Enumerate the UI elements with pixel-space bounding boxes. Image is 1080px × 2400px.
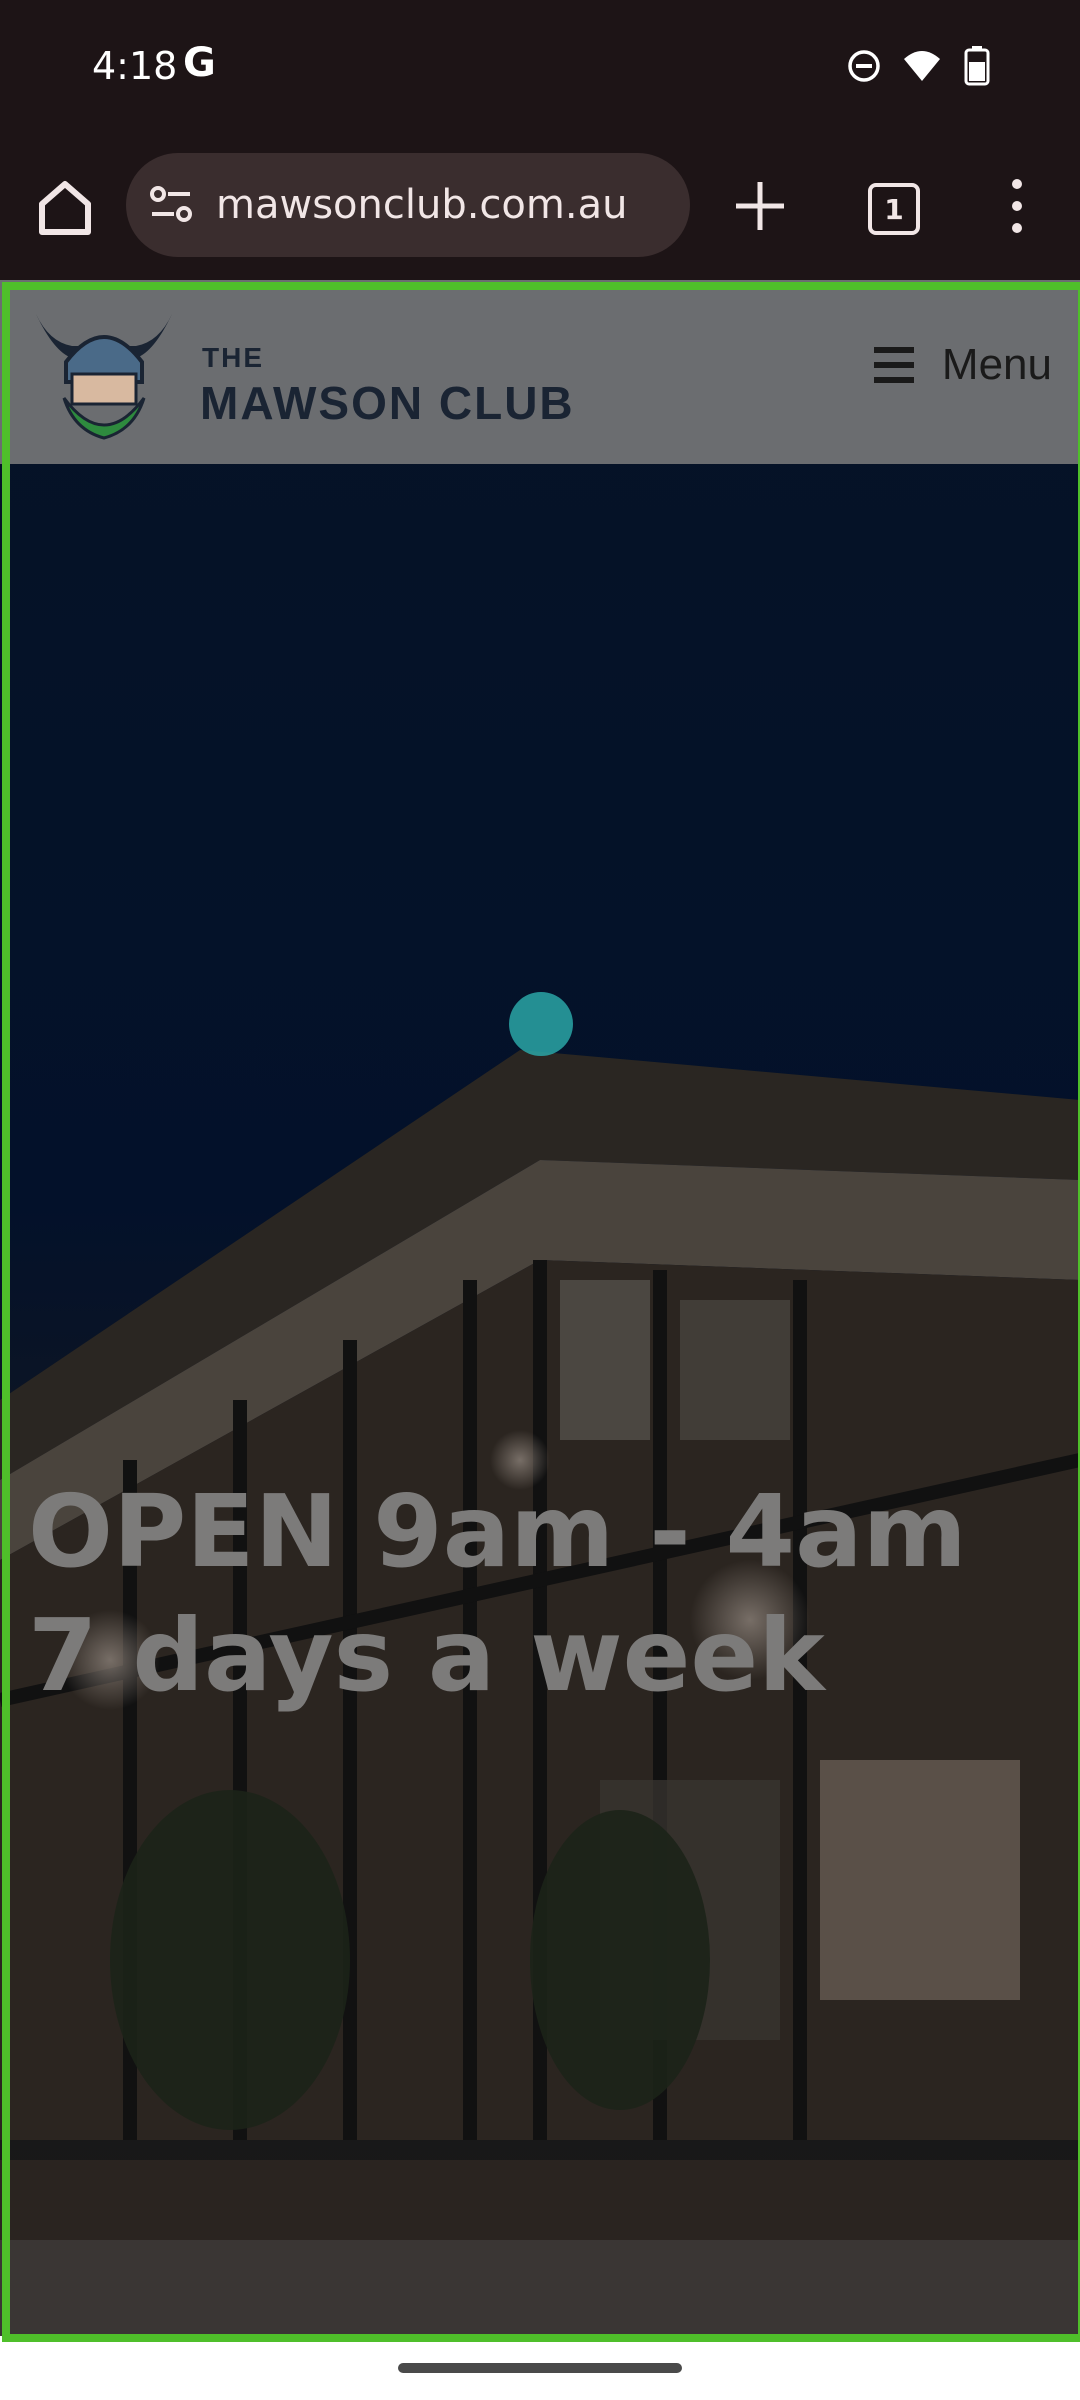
mawson-club-logo[interactable] bbox=[24, 302, 184, 440]
status-time: 4:18 bbox=[92, 44, 178, 88]
hero-title: OPEN 9am - 4am 7 days a week bbox=[28, 1473, 967, 1714]
new-tab-button[interactable] bbox=[730, 176, 790, 236]
google-icon: G bbox=[183, 40, 216, 86]
browser-menu-button[interactable] bbox=[1000, 174, 1034, 238]
hamburger-icon bbox=[873, 347, 914, 383]
plus-icon bbox=[736, 182, 784, 230]
home-icon bbox=[39, 181, 91, 235]
address-bar[interactable]: mawsonclub.com.au bbox=[126, 153, 690, 257]
tab-switcher-button[interactable]: 1 bbox=[868, 183, 920, 235]
web-page: THE MAWSON CLUB Menu OPEN 9am - 4am 7 da… bbox=[0, 280, 1080, 2336]
tap-indicator bbox=[509, 992, 573, 1056]
wifi-icon bbox=[902, 49, 942, 88]
status-icons bbox=[846, 46, 992, 91]
hero-image bbox=[0, 280, 1080, 2336]
browser-toolbar: mawsonclub.com.au 1 bbox=[0, 136, 1080, 280]
do-not-disturb-icon bbox=[846, 48, 882, 89]
brand-line-1: THE bbox=[202, 342, 264, 373]
menu-label: Menu bbox=[941, 340, 1052, 389]
brand-line-2: MAWSON CLUB bbox=[200, 377, 575, 429]
home-button[interactable] bbox=[30, 172, 100, 242]
site-header: THE MAWSON CLUB Menu bbox=[0, 280, 1080, 464]
site-menu-button[interactable]: Menu bbox=[872, 340, 1052, 390]
gesture-nav-handle[interactable] bbox=[398, 2363, 682, 2373]
battery-icon bbox=[962, 46, 992, 91]
status-bar: 4:18 G bbox=[0, 0, 1080, 136]
more-vertical-icon bbox=[1012, 179, 1022, 233]
site-settings-icon[interactable] bbox=[146, 180, 196, 230]
url-text[interactable]: mawsonclub.com.au bbox=[216, 182, 627, 228]
